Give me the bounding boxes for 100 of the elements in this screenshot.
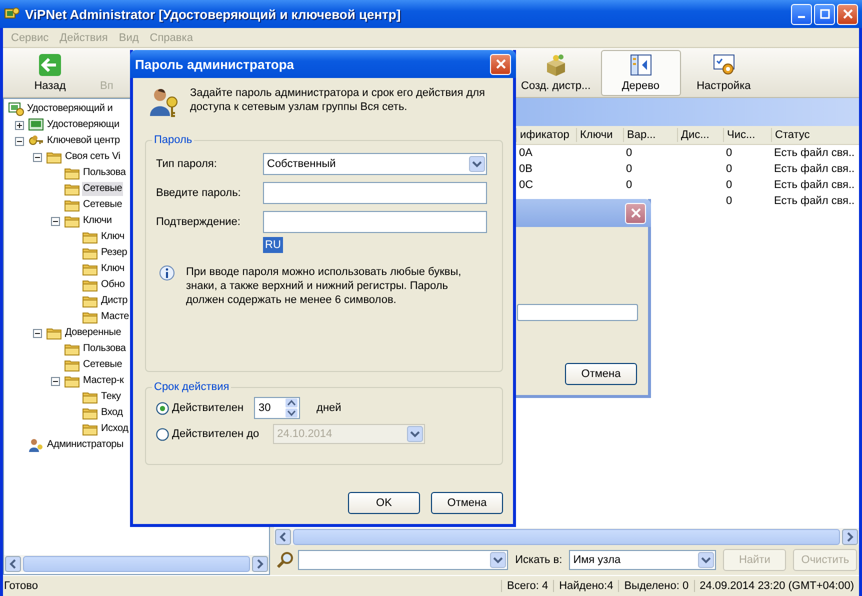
table-cell-text: 0B [518, 163, 534, 175]
tree-item[interactable]: Исход [100, 422, 130, 436]
tree-item[interactable]: Пользова [82, 166, 127, 180]
tree-item[interactable]: Вход [100, 406, 124, 420]
column-header[interactable]: Ключи [576, 128, 623, 142]
radio-icon[interactable] [156, 402, 169, 414]
table-cell-text: 0 [625, 163, 634, 175]
table-cell-text: 0 [625, 147, 634, 159]
days-spinner[interactable]: 30 [254, 397, 300, 419]
table-cell-text: 0 [725, 163, 734, 175]
radio-icon[interactable] [156, 428, 169, 440]
confirm-field[interactable] [263, 211, 487, 233]
input-field[interactable] [517, 304, 638, 321]
instruction-text: Задайте пароль администратора и срок его действия для доступа к сетевым узлам группы Вся сеть. [190, 86, 486, 114]
password-type-dropdown[interactable]: Собственный [263, 153, 487, 175]
column-header[interactable]: Статус [771, 128, 859, 142]
tree-item[interactable]: Ключевой центр [46, 134, 121, 148]
tree-item[interactable]: Удостоверяющи [46, 118, 120, 132]
tree-item[interactable]: Доверенные [64, 326, 122, 340]
search-field[interactable] [298, 550, 508, 570]
search-icon[interactable] [276, 550, 294, 568]
tree-item[interactable]: Сетевые [82, 182, 124, 196]
user-key-icon [28, 437, 44, 453]
user-key-icon [148, 86, 180, 118]
scroll-right-icon[interactable] [842, 528, 858, 544]
table-cell-text: 0 [725, 147, 734, 159]
table-cell-text: 0 [625, 179, 634, 191]
radio-button[interactable]: Действителен до [156, 428, 260, 440]
expander-icon[interactable] [33, 328, 42, 338]
info-icon [158, 265, 176, 283]
tree-item[interactable]: Масте [100, 310, 130, 324]
tree-item[interactable]: Ключ [100, 230, 126, 244]
dialog-title: Пароль администратора [135, 56, 296, 72]
field-label: Тип пароля: [156, 158, 218, 170]
field-label: Введите пароль: [156, 187, 242, 199]
certificate-node-icon [8, 101, 24, 117]
tree-item[interactable]: Пользова [82, 342, 127, 356]
expander-icon[interactable] [15, 120, 24, 130]
tree-item[interactable]: Сетевые [82, 198, 124, 212]
maximize-button[interactable] [814, 4, 835, 24]
tree-item[interactable]: Дистр [100, 294, 129, 308]
close-button[interactable] [490, 54, 511, 74]
days-label: дней [316, 402, 342, 414]
tree-item[interactable]: Своя сеть Vi [64, 150, 122, 164]
table-cell-text: 0A [518, 147, 534, 159]
scroll-left-icon[interactable] [275, 528, 291, 544]
close-icon [496, 59, 506, 69]
table-cell-text: Есть файл свя.. [773, 147, 856, 159]
maximize-icon [820, 9, 830, 19]
table-cell-text: Есть файл свя.. [773, 195, 856, 207]
scroll-left-icon[interactable] [5, 556, 21, 572]
table-cell-text: Есть файл свя.. [773, 179, 856, 191]
password-field[interactable] [263, 182, 487, 204]
status-text: Выделено: 0 [618, 580, 694, 592]
table-cell-text: 0 [725, 195, 734, 207]
radio-button[interactable]: Действителен [156, 402, 244, 414]
tree-item[interactable]: Мастер-к [82, 374, 125, 388]
close-button[interactable] [625, 202, 646, 224]
tree-item[interactable]: Ключи [82, 214, 113, 228]
field-label: Подтверждение: [156, 216, 242, 228]
toolbar-button[interactable]: Назад [10, 50, 90, 96]
expander-icon[interactable] [15, 136, 24, 146]
toolbar-button[interactable]: Созд. дистр... [514, 50, 598, 96]
search-in-dropdown[interactable]: Имя узла [569, 550, 716, 570]
tree-item[interactable]: Сетевые [82, 358, 124, 372]
tree-view-icon [628, 53, 653, 77]
tree-item[interactable]: Ключ [100, 262, 126, 276]
expander-icon[interactable] [51, 376, 60, 386]
status-text: Готово [3, 580, 39, 592]
column-header[interactable]: Дис... [677, 128, 723, 142]
close-button[interactable] [837, 4, 858, 24]
expander-icon[interactable] [33, 152, 42, 162]
scroll-right-icon[interactable] [252, 556, 268, 572]
group-title: Срок действия [153, 381, 230, 393]
status-text: 24.09.2014 23:20 (GMT+04:00) [694, 580, 859, 592]
minimize-icon [798, 16, 805, 18]
window-title: ViPNet Administrator [Удостоверяющий и ключевой центр] [25, 6, 402, 22]
tree-item[interactable]: Удостоверяющий и [26, 102, 114, 116]
table-cell-text: 0 [725, 179, 734, 191]
hint-text: При вводе пароля можно использовать любые буквы, знаки, а также верхний и нижний регистры. Пароль должен содержать не менее 6 символов. [186, 265, 462, 307]
close-icon [630, 208, 640, 218]
monitor-node-icon [28, 117, 44, 133]
column-header[interactable]: Чис... [723, 128, 771, 142]
tree-item[interactable]: Теку [100, 390, 122, 404]
spin-arrows-icon[interactable] [284, 398, 298, 418]
scroll-thumb[interactable] [23, 556, 250, 572]
toolbar-button[interactable]: Дерево [600, 50, 681, 96]
minimize-button[interactable] [791, 4, 812, 24]
tree-item[interactable]: Обно [100, 278, 126, 292]
cancel-button[interactable]: Отмена [565, 363, 637, 385]
table-cell-text: 0C [518, 179, 534, 191]
column-header[interactable]: Вар... [623, 128, 677, 142]
expander-icon[interactable] [51, 216, 60, 226]
horizontal-scrollbar[interactable] [4, 555, 269, 572]
cancel-button[interactable]: Отмена [431, 492, 503, 514]
group-title: Пароль [153, 134, 194, 146]
toolbar-button[interactable]: Настройка [684, 50, 764, 96]
tree-item[interactable]: Резер [100, 246, 128, 260]
ok-button[interactable]: OK [348, 492, 420, 514]
tree-item[interactable]: Администраторы [46, 438, 125, 452]
